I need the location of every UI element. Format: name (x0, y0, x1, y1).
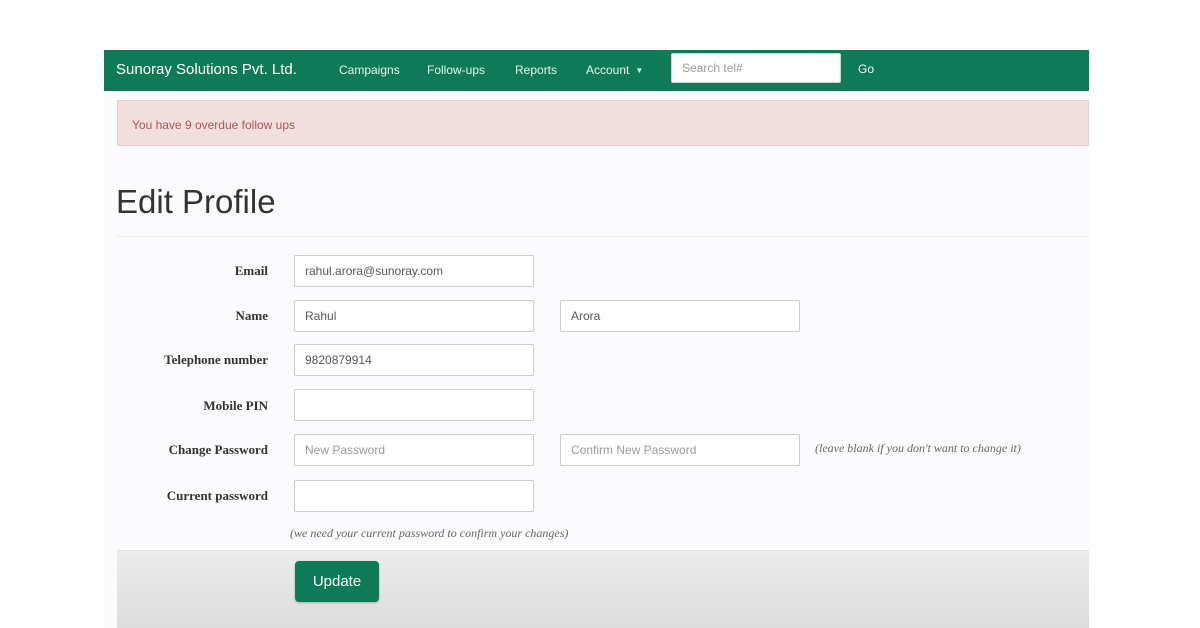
app-window: Sunoray Solutions Pvt. Ltd. Campaigns Fo… (104, 50, 1089, 628)
nav-follow-ups[interactable]: Follow-ups (427, 63, 485, 77)
mobile-pin-label: Mobile PIN (203, 398, 268, 413)
telephone-field[interactable] (294, 344, 534, 376)
name-label: Name (235, 308, 269, 323)
update-button[interactable]: Update (295, 561, 379, 602)
caret-down-icon: ▼ (635, 66, 644, 75)
go-button[interactable]: Go (858, 62, 874, 76)
search-input[interactable] (671, 53, 841, 83)
telephone-label: Telephone number (164, 352, 268, 367)
change-password-label: Change Password (168, 442, 268, 457)
mobile-pin-field[interactable] (294, 389, 534, 421)
nav-campaigns[interactable]: Campaigns (339, 63, 400, 77)
current-password-field[interactable] (294, 480, 534, 512)
nav-reports[interactable]: Reports (515, 63, 557, 77)
nav-account-dropdown[interactable]: Account ▼ (586, 63, 643, 77)
current-password-hint: (we need your current password to confir… (290, 526, 569, 540)
email-field[interactable] (294, 255, 534, 287)
page-title: Edit Profile (116, 183, 276, 220)
last-name-field[interactable] (560, 300, 800, 332)
first-name-field[interactable] (294, 300, 534, 332)
brand-link[interactable]: Sunoray Solutions Pvt. Ltd. (116, 61, 297, 78)
new-password-field[interactable] (294, 434, 534, 466)
nav-account-label: Account (586, 63, 630, 77)
change-password-hint: (leave blank if you don't want to change… (815, 441, 1021, 455)
current-password-label: Current password (166, 488, 268, 503)
form-actions-bar (117, 550, 1089, 628)
title-divider (116, 236, 1089, 237)
top-navbar: Sunoray Solutions Pvt. Ltd. Campaigns Fo… (104, 50, 1089, 91)
overdue-alert: You have 9 overdue follow ups (117, 100, 1089, 146)
email-label: Email (234, 263, 268, 278)
alert-text: You have 9 overdue follow ups (132, 118, 296, 132)
confirm-password-field[interactable] (560, 434, 800, 466)
